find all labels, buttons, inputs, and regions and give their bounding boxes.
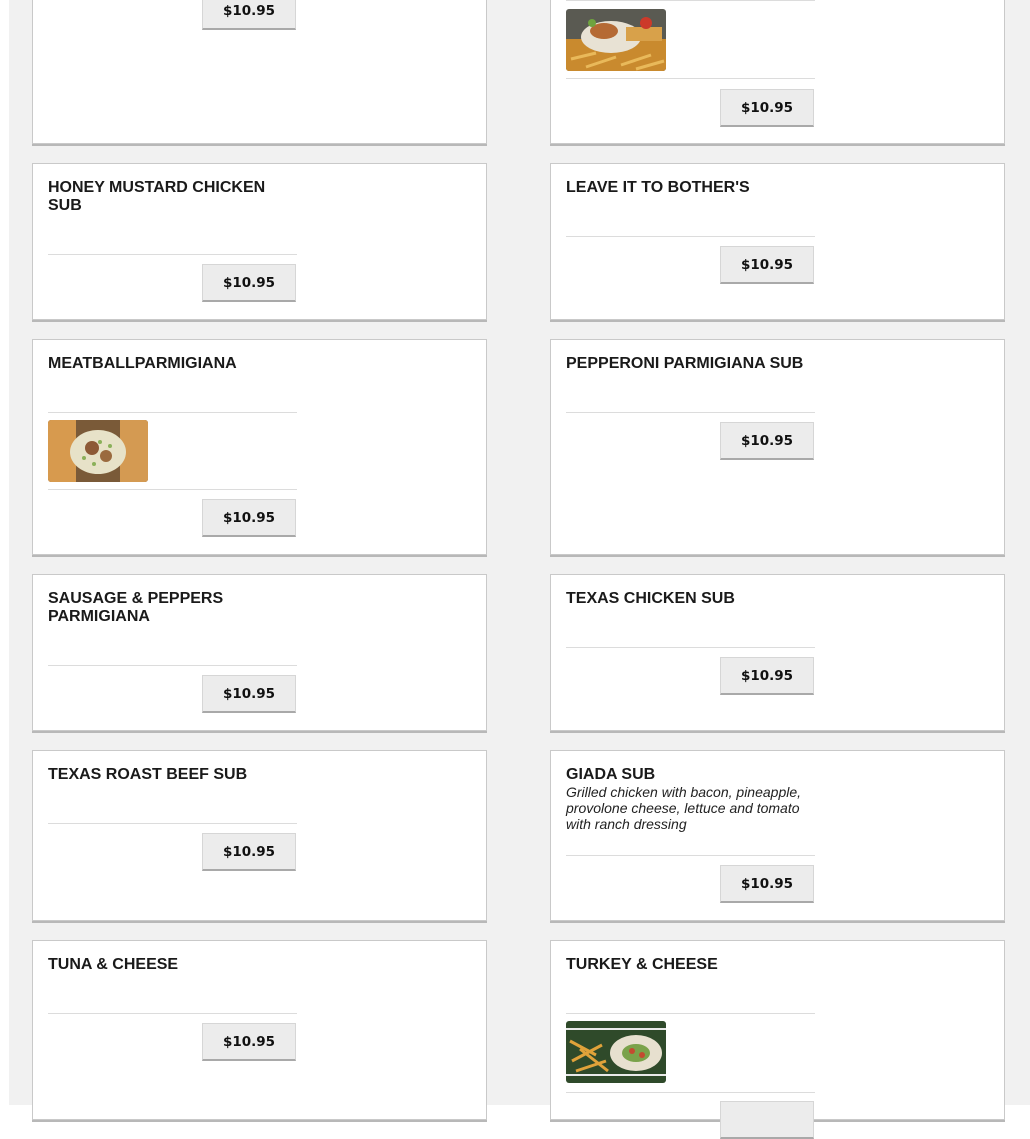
divider (566, 0, 815, 1)
divider (48, 665, 297, 666)
menu-card-top-right: $10.95 (550, 0, 1005, 144)
menu-card-pepperoni: PEPPERONI PARMIGIANA SUB $10.95 (550, 339, 1005, 555)
divider (48, 412, 297, 413)
divider (48, 823, 297, 824)
item-title: SAUSAGE & PEPPERS PARMIGIANA (48, 590, 224, 625)
price-button[interactable]: $10.95 (720, 89, 814, 127)
menu-card-honey-mustard: HONEY MUSTARD CHICKEN SUB $10.95 (32, 163, 487, 320)
price-button[interactable]: $10.95 (202, 1023, 296, 1061)
menu-card-texas-chicken: TEXAS CHICKEN SUB $10.95 (550, 574, 1005, 731)
divider (566, 1092, 815, 1093)
divider (566, 236, 815, 237)
food-photo[interactable] (566, 1021, 666, 1083)
price-button[interactable]: $10.95 (720, 422, 814, 460)
meatball-sub-photo-icon (48, 420, 148, 482)
price-button[interactable]: $10.95 (720, 865, 814, 903)
divider (566, 1013, 815, 1014)
price-button[interactable]: $10.95 (202, 264, 296, 302)
price-button[interactable]: $10.95 (202, 499, 296, 537)
item-title: TUNA & CHEESE (48, 956, 179, 973)
item-title: TEXAS ROAST BEEF SUB (48, 766, 248, 783)
divider (566, 412, 815, 413)
divider (48, 1013, 297, 1014)
divider (48, 489, 297, 490)
menu-card-leave-it: LEAVE IT TO BOTHER'S $10.95 (550, 163, 1005, 320)
food-photo[interactable] (48, 420, 148, 482)
divider (48, 254, 297, 255)
divider (566, 647, 815, 648)
item-title: LEAVE IT TO BOTHER'S (566, 179, 750, 196)
menu-card-texas-roast: TEXAS ROAST BEEF SUB $10.95 (32, 750, 487, 921)
price-button[interactable]: $10.95 (720, 246, 814, 284)
item-title: HONEY MUSTARD CHICKEN SUB (48, 179, 266, 214)
item-title: PEPPERONI PARMIGIANA SUB (566, 355, 804, 372)
item-title: GIADA SUB (566, 766, 656, 783)
menu-card-giada: GIADA SUB Grilled chicken with bacon, pi… (550, 750, 1005, 921)
menu-card-tuna: TUNA & CHEESE $10.95 (32, 940, 487, 1120)
item-title: TURKEY & CHEESE (566, 956, 718, 973)
menu-card-top-left: $10.95 (32, 0, 487, 144)
divider (566, 855, 815, 856)
food-photo[interactable] (566, 9, 666, 71)
price-button[interactable]: $10.95 (202, 0, 296, 30)
item-title: MEATBALLPARMIGIANA (48, 355, 237, 372)
menu-card-meatball: MEATBALLPARMIGIANA $10.95 (32, 339, 487, 555)
price-button[interactable]: $10.95 (202, 833, 296, 871)
price-button[interactable]: $10.95 (202, 675, 296, 713)
wrap-fries-photo-icon (566, 1021, 666, 1083)
item-title: TEXAS CHICKEN SUB (566, 590, 735, 607)
menu-card-sausage: SAUSAGE & PEPPERS PARMIGIANA $10.95 (32, 574, 487, 731)
price-button[interactable]: $10.95 (720, 657, 814, 695)
price-button[interactable] (720, 1101, 814, 1139)
menu-card-turkey: TURKEY & CHEESE (550, 940, 1005, 1139)
item-description: Grilled chicken with bacon, pineapple, p… (566, 784, 802, 832)
burger-fries-photo-icon (566, 9, 666, 71)
divider (566, 78, 815, 79)
